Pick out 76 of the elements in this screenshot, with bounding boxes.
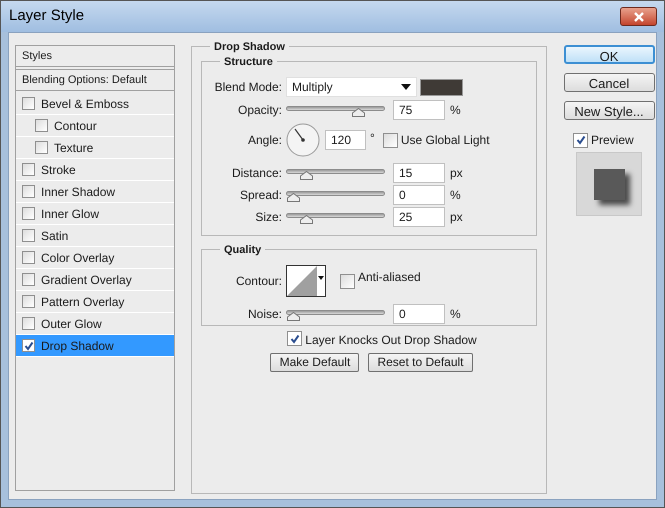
unit-label: °: [370, 130, 375, 147]
input-field[interactable]: 0: [393, 304, 445, 324]
checkbox[interactable]: [287, 331, 302, 346]
checkbox[interactable]: [22, 97, 35, 110]
checkbox[interactable]: [22, 295, 35, 308]
unit-label: px: [450, 165, 463, 182]
unit-label: %: [450, 102, 461, 119]
checkbox[interactable]: [340, 274, 355, 288]
list-item[interactable]: Pattern Overlay: [22, 291, 174, 312]
close-button[interactable]: [620, 7, 657, 26]
field-label: Angle:: [246, 132, 283, 149]
checkbox[interactable]: [22, 317, 35, 330]
color-swatch[interactable]: [420, 78, 463, 96]
checkbox[interactable]: [22, 185, 35, 198]
checkbox[interactable]: [35, 141, 48, 154]
checkbox[interactable]: [22, 339, 35, 352]
field-label: Noise:: [246, 306, 283, 323]
checkbox-label: Anti-aliased: [358, 269, 421, 286]
group-title: Drop Shadow: [210, 39, 289, 56]
checkbox[interactable]: [573, 132, 588, 148]
checkbox[interactable]: [382, 132, 398, 148]
list-item[interactable]: Gradient Overlay: [22, 269, 174, 290]
list-item[interactable]: Stroke: [22, 159, 174, 180]
dropdown[interactable]: Multiply: [286, 77, 417, 97]
field-label: Size:: [254, 209, 283, 226]
field-label: Spread:: [238, 187, 283, 204]
list-item[interactable]: Inner Glow: [22, 203, 174, 224]
caret-icon: [401, 84, 411, 90]
list-item[interactable]: Color Overlay: [22, 247, 174, 268]
checkbox[interactable]: [22, 273, 35, 286]
list-item[interactable]: Outer Glow: [22, 313, 174, 334]
group-title: Quality: [220, 242, 266, 258]
input-field[interactable]: 15: [393, 163, 445, 183]
field-label: Contour:: [234, 273, 283, 290]
input-field[interactable]: 0: [393, 185, 445, 205]
checkbox[interactable]: [22, 251, 35, 264]
dialog-button[interactable]: New Style...: [564, 101, 654, 120]
checkbox[interactable]: [35, 119, 48, 132]
input-field[interactable]: 75: [393, 100, 445, 120]
list-item[interactable]: Texture: [35, 137, 174, 158]
list-item[interactable]: Contour: [35, 115, 174, 136]
field-label: Distance:: [230, 165, 283, 182]
dialog-button[interactable]: Cancel: [564, 73, 654, 92]
angle-dial[interactable]: [286, 123, 320, 157]
slider-thumb[interactable]: [287, 192, 300, 202]
slider-thumb[interactable]: [352, 108, 364, 116]
input-field[interactable]: 25: [393, 207, 445, 227]
list-header: Styles: [16, 46, 174, 67]
dialog-button[interactable]: Reset to Default: [368, 353, 473, 372]
contour-curve-icon: [287, 266, 317, 296]
preview-square: [594, 168, 624, 200]
unit-label: %: [450, 306, 461, 323]
field-label: Blend Mode:: [214, 79, 283, 96]
close-icon: [632, 12, 644, 22]
checkbox[interactable]: [22, 229, 35, 242]
list-item[interactable]: Bevel & Emboss: [22, 93, 174, 114]
checkbox-label: Preview: [591, 132, 634, 149]
window-title: Layer Style: [9, 6, 84, 26]
contour-picker[interactable]: [286, 265, 326, 297]
list-item[interactable]: Satin: [22, 225, 174, 246]
input-field[interactable]: 120: [325, 130, 366, 150]
checkbox[interactable]: [22, 163, 35, 176]
field-label: Opacity:: [236, 102, 283, 119]
checkbox-label: Layer Knocks Out Drop Shadow: [305, 332, 477, 349]
unit-label: %: [450, 187, 461, 204]
list-item[interactable]: Inner Shadow: [22, 181, 174, 202]
slider-thumb[interactable]: [300, 170, 313, 180]
unit-label: px: [450, 209, 463, 226]
dialog-button[interactable]: Make Default: [270, 353, 360, 372]
slider-thumb[interactable]: [287, 312, 300, 320]
checkbox[interactable]: [22, 207, 35, 220]
dialog-button[interactable]: OK: [564, 45, 654, 64]
caret-icon: [317, 276, 325, 281]
list-item[interactable]: Blending Options: Default: [16, 69, 174, 91]
checkbox-label: Use Global Light: [400, 132, 490, 149]
slider-thumb[interactable]: [300, 214, 313, 224]
